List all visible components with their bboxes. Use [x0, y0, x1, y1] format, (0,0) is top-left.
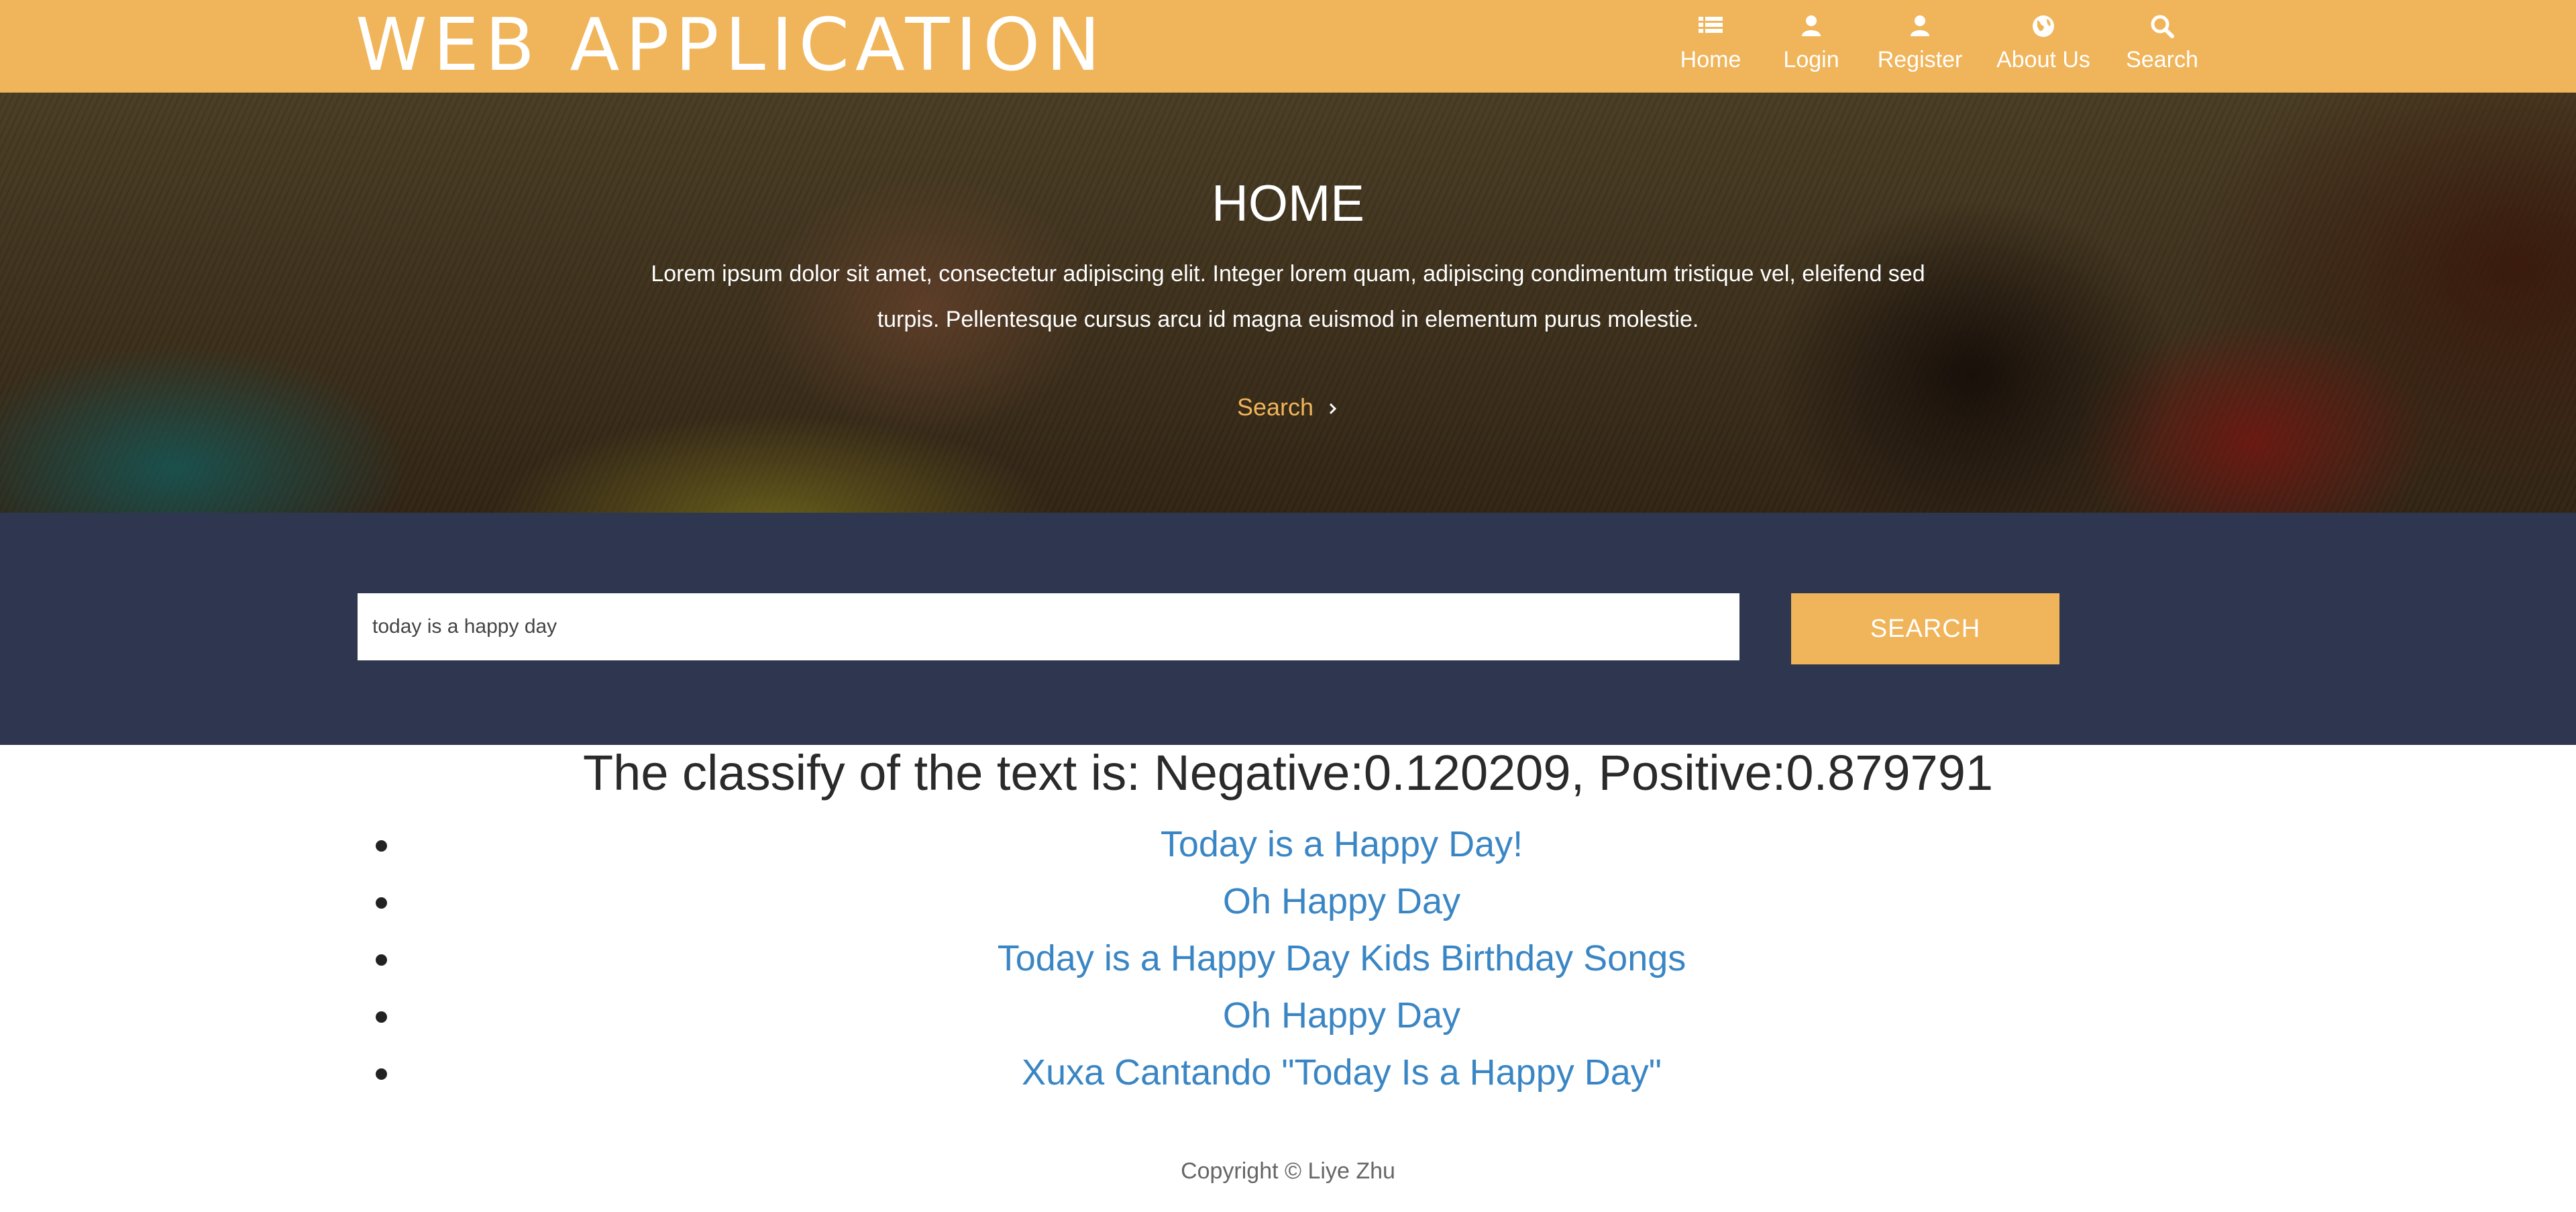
bullet-icon [376, 954, 387, 966]
bullet-icon [376, 897, 387, 909]
nav-item-home[interactable]: Home [1680, 0, 1741, 93]
list-icon [1699, 17, 1723, 33]
hero-description: Lorem ipsum dolor sit amet, consectetur … [651, 261, 1925, 332]
result-link[interactable]: Oh Happy Day [416, 877, 2267, 925]
nav-label-register: Register [1877, 47, 1963, 72]
nav-item-register[interactable]: Register [1878, 0, 1962, 93]
list-item: Oh Happy Day [356, 989, 2288, 1046]
list-item: Today is a Happy Day Kids Birthday Songs [356, 931, 2288, 989]
nav-item-login[interactable]: Login [1783, 0, 1839, 93]
hero-search-link-label: Search [1236, 393, 1314, 421]
result-link[interactable]: Today is a Happy Day Kids Birthday Songs [416, 934, 2267, 982]
result-link[interactable]: Oh Happy Day [416, 991, 2267, 1040]
copyright-text: Copyright © Liye Zhu [1181, 1158, 1395, 1184]
search-input[interactable] [358, 593, 1739, 660]
search-icon [2151, 15, 2174, 38]
result-link[interactable]: Xuxa Cantando "Today Is a Happy Day" [416, 1048, 2267, 1097]
nav-item-about-us[interactable]: About Us [1996, 0, 2090, 93]
nav-label-search: Search [2126, 47, 2198, 72]
user-icon [1802, 15, 1821, 36]
bullet-icon [376, 1068, 387, 1080]
globe-icon [2033, 15, 2054, 37]
results-list: Today is a Happy Day! Oh Happy Day Today… [356, 817, 2288, 1103]
list-item: Today is a Happy Day! [356, 817, 2288, 874]
hero-banner: HOME Lorem ipsum dolor sit amet, consect… [0, 93, 2576, 513]
list-item: Xuxa Cantando "Today Is a Happy Day" [356, 1046, 2288, 1103]
user-icon [1911, 15, 1929, 36]
list-item: Oh Happy Day [356, 874, 2288, 931]
nav-label-login: Login [1783, 47, 1839, 72]
search-section: SEARCH [0, 513, 2576, 745]
hero-search-link[interactable]: Search [0, 391, 2576, 424]
classification-result: The classify of the text is: Negative:0.… [582, 745, 1994, 801]
chevron-right-icon [1329, 403, 1337, 415]
top-navbar: WEB APPLICATION Home Login Register Abou… [0, 0, 2576, 93]
search-button[interactable]: SEARCH [1791, 593, 2059, 664]
main-nav: Home Login Register About Us Search [0, 0, 2576, 93]
bullet-icon [376, 840, 387, 852]
result-link[interactable]: Today is a Happy Day! [416, 820, 2267, 868]
nav-label-home: Home [1680, 47, 1741, 72]
hero-title: HOME [1212, 175, 1364, 232]
nav-item-search[interactable]: Search [2126, 0, 2198, 93]
bullet-icon [376, 1011, 387, 1023]
nav-label-about-us: About Us [1996, 47, 2090, 72]
